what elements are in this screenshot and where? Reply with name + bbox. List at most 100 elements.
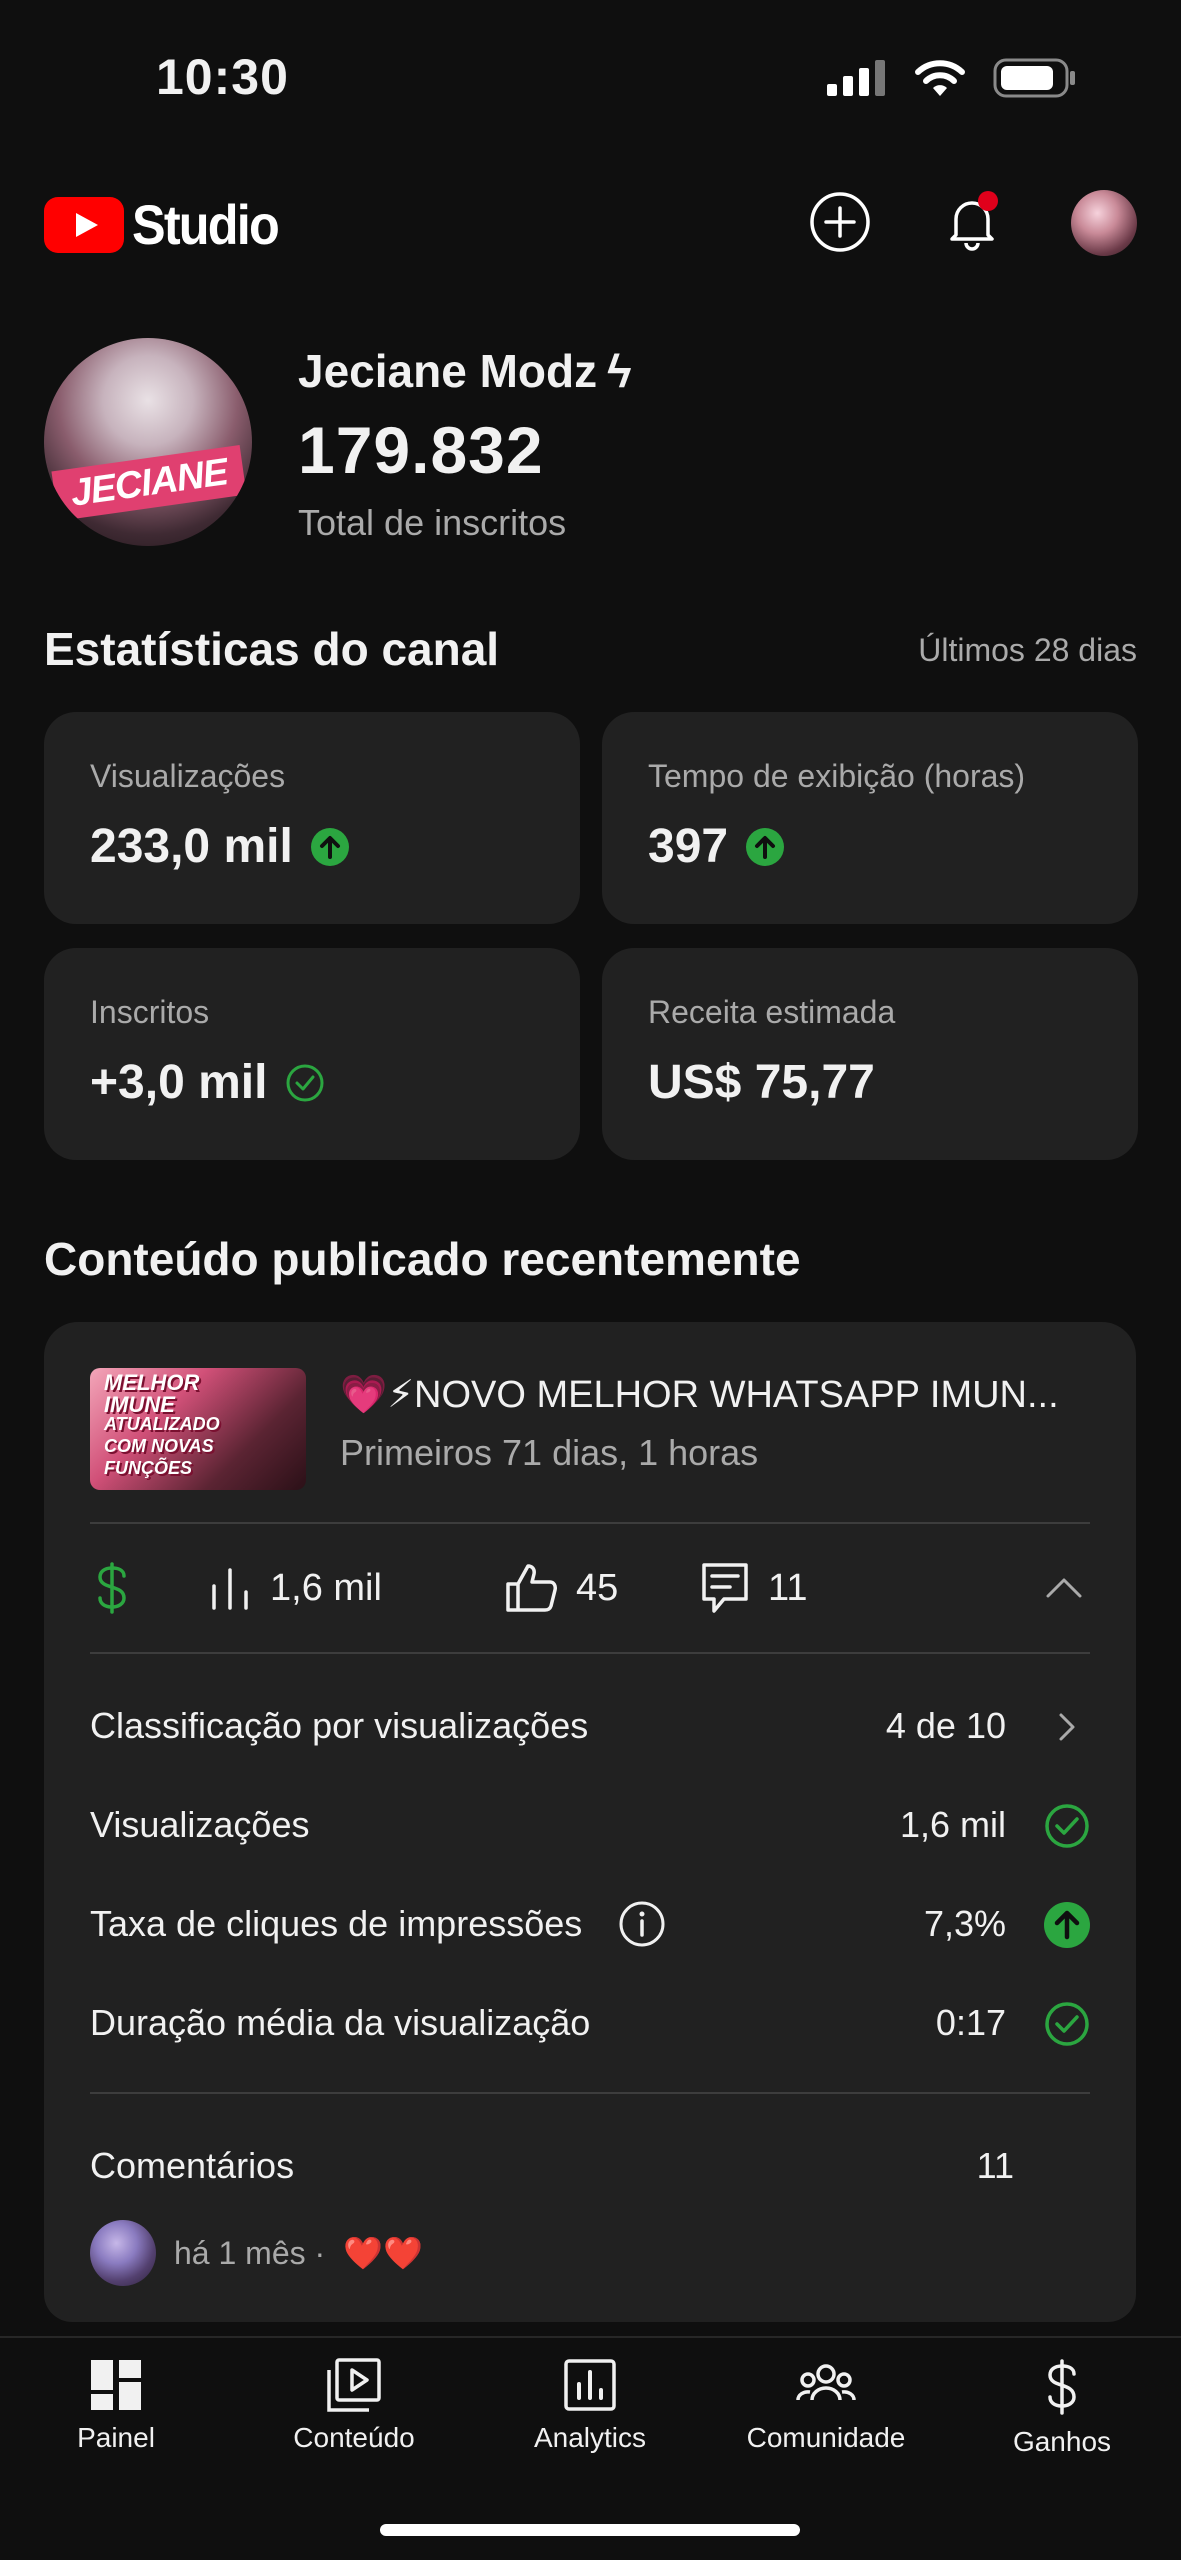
- likes-metric: 45: [504, 1526, 618, 1650]
- video-title[interactable]: 💗⚡NOVO MELHOR WHATSAPP IMUN...: [340, 1372, 1100, 1417]
- thumb-text: ATUALIZADO: [104, 1414, 220, 1434]
- stats-title: Estatísticas do canal: [44, 623, 500, 675]
- youtube-play-icon: [44, 196, 124, 253]
- dashboard-icon: [91, 2360, 141, 2410]
- status-time: 10:30: [156, 49, 289, 105]
- cellular-signal-icon: [827, 60, 885, 96]
- screen: 10:30 Studio JECIANE Jeciane Modz ϟ 179.…: [0, 0, 1181, 2560]
- up-arrow-icon: [746, 827, 785, 866]
- check-circle-icon: [1045, 2002, 1089, 2046]
- nav-label: Analytics: [533, 2422, 647, 2453]
- account-avatar[interactable]: [1071, 190, 1137, 256]
- stats-period: Últimos 28 dias: [918, 632, 1137, 668]
- comment-text: ❤️❤️: [343, 2235, 423, 2271]
- nav-item-painel[interactable]: Painel: [6, 2358, 226, 2454]
- content-icon: [327, 2358, 381, 2412]
- divider: [90, 1652, 1090, 1654]
- stat-card-value: US$ 75,77: [648, 1056, 875, 1109]
- lightning-glyph: ϟ: [607, 345, 632, 397]
- divider: [90, 2092, 1090, 2094]
- likes-value: 45: [576, 1566, 619, 1609]
- analytics-icon: [564, 2359, 616, 2411]
- bell-icon: [950, 191, 998, 251]
- nav-item-ganhos[interactable]: Ganhos: [952, 2358, 1172, 2458]
- stat-card-watch-time[interactable]: Tempo de exibição (horas) 397: [602, 712, 1138, 924]
- channel-avatar: JECIANE: [44, 338, 252, 546]
- nav-label: Painel: [77, 2422, 155, 2453]
- subscriber-count: 179.832: [298, 413, 544, 487]
- detail-label: Duração média da visualização: [90, 2002, 591, 2043]
- comments-row[interactable]: Comentários 11: [90, 2126, 1090, 2206]
- nav-label: Comunidade: [746, 2422, 906, 2453]
- divider: [90, 1522, 1090, 1524]
- thumbs-up-icon: [506, 1564, 557, 1612]
- stat-card-subscribers[interactable]: Inscritos +3,0 mil: [44, 948, 580, 1160]
- detail-row-avg-duration: Duração média da visualização 0:17: [90, 1983, 1090, 2063]
- check-circle-icon: [1045, 1804, 1089, 1848]
- stat-card-label: Inscritos: [90, 994, 210, 1030]
- stat-card-label: Receita estimada: [648, 994, 896, 1030]
- latest-comment[interactable]: há 1 mês · ❤️❤️: [90, 2220, 423, 2286]
- stat-card-value: 397: [648, 820, 729, 873]
- recent-video-card: MELHOR IMUNE ATUALIZADO COM NOVAS FUNÇÕE…: [44, 1322, 1136, 2322]
- detail-row-ctr: Taxa de cliques de impressões 7,3%: [90, 1884, 1090, 1964]
- comments-metric: 11: [700, 1526, 807, 1650]
- app-header: Studio: [0, 180, 1181, 264]
- status-bar: 10:30: [0, 0, 1181, 160]
- stat-card-label: Tempo de exibição (horas): [648, 758, 1026, 794]
- logo-text: Studio: [132, 193, 280, 256]
- detail-label: Visualizações: [90, 1804, 310, 1845]
- detail-label-group: Taxa de cliques de impressões: [90, 1900, 666, 1948]
- monetization-metric: [90, 1526, 134, 1650]
- video-thumbnail[interactable]: MELHOR IMUNE ATUALIZADO COM NOVAS FUNÇÕE…: [90, 1368, 306, 1490]
- channel-name: Jeciane Modz ϟ: [298, 344, 631, 398]
- stat-card-value: 233,0 mil: [90, 820, 293, 873]
- detail-value: 1,6 mil: [899, 1804, 1006, 1845]
- info-icon[interactable]: [618, 1900, 666, 1948]
- subscriber-label: Total de inscritos: [298, 502, 567, 543]
- check-icon: [286, 1064, 324, 1101]
- nav-item-analytics[interactable]: Analytics: [480, 2358, 700, 2454]
- recent-title: Conteúdo publicado recentemente: [44, 1233, 801, 1285]
- video-metrics-row: 1,6 mil 45 11: [90, 1526, 1090, 1650]
- views-value: 1,6 mil: [270, 1566, 382, 1609]
- status-icons: [827, 58, 1077, 98]
- comment-icon: [702, 1563, 748, 1613]
- bar-chart-icon: [212, 1568, 248, 1610]
- collapse-button[interactable]: [1044, 1526, 1084, 1650]
- create-button[interactable]: [808, 190, 872, 254]
- detail-value: 7,3%: [923, 1903, 1006, 1944]
- wifi-icon: [915, 60, 965, 96]
- chevron-up-icon: [1046, 1578, 1082, 1598]
- up-arrow-icon: [310, 827, 349, 866]
- earnings-icon: [1048, 2359, 1076, 2415]
- notifications-button[interactable]: [940, 190, 1004, 254]
- thumb-text: FUNÇÕES: [104, 1458, 193, 1478]
- nav-item-conteudo[interactable]: Conteúdo: [244, 2358, 464, 2454]
- stat-card-views[interactable]: Visualizações 233,0 mil: [44, 712, 580, 924]
- comments-label: Comentários: [90, 2145, 295, 2186]
- channel-avatar-text: JECIANE: [51, 445, 247, 521]
- nav-item-comunidade[interactable]: Comunidade: [716, 2358, 936, 2454]
- channel-name-text: Jeciane Modz: [298, 345, 598, 397]
- views-metric: 1,6 mil: [208, 1526, 382, 1650]
- stat-card-label: Visualizações: [90, 758, 286, 794]
- detail-value: 4 de 10: [885, 1705, 1006, 1746]
- comments-value: 11: [768, 1566, 808, 1609]
- detail-row-views: Visualizações 1,6 mil: [90, 1785, 1090, 1865]
- detail-row-ranking[interactable]: Classificação por visualizações 4 de 10: [90, 1686, 1090, 1766]
- stat-card-value: +3,0 mil: [90, 1056, 268, 1109]
- battery-icon: [993, 58, 1075, 98]
- commenter-avatar: [90, 2220, 156, 2286]
- nav-label: Conteúdo: [293, 2422, 415, 2453]
- stat-card-revenue[interactable]: Receita estimada US$ 75,77: [602, 948, 1138, 1160]
- comment-time: há 1 mês ·: [174, 2234, 326, 2271]
- dollar-icon: [98, 1562, 126, 1614]
- detail-label: Classificação por visualizações: [90, 1705, 589, 1746]
- youtube-studio-logo[interactable]: Studio: [44, 192, 294, 257]
- thumb-text: COM NOVAS: [104, 1436, 214, 1456]
- video-subtitle: Primeiros 71 dias, 1 horas: [340, 1432, 759, 1473]
- up-arrow-icon: [1044, 1902, 1090, 1948]
- home-indicator[interactable]: [380, 2524, 800, 2536]
- nav-label: Ganhos: [1012, 2426, 1112, 2457]
